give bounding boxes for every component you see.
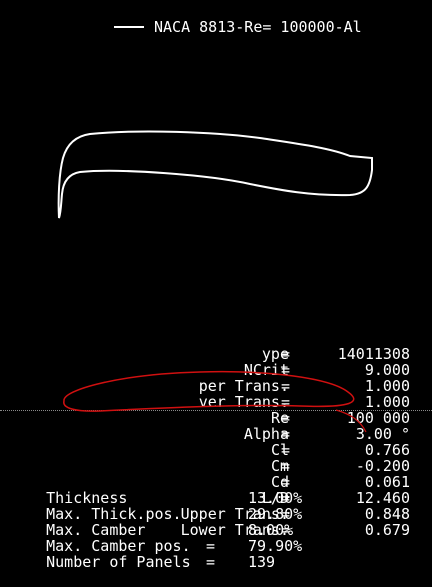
param-row-alpha: Alpha = 3.00 ° xyxy=(243,425,410,443)
param-row-cl: Cl = 0.766 xyxy=(270,441,410,459)
airfoil-plot: NACA 8813-Re= 100000-Al xyxy=(10,8,424,273)
airfoil-outline xyxy=(57,130,373,219)
param-row-type: ype = 14011308 xyxy=(261,345,410,363)
param-row-re: Re = 100 000 xyxy=(270,409,410,427)
param-row-cd: Cd = 0.061 xyxy=(270,473,410,491)
param-row-ncrit: NCrit = 9.000 xyxy=(243,361,410,379)
param-row-cm: Cm = -0.200 xyxy=(270,457,410,475)
param-row-upper-trans: per Trans. = 1.000 xyxy=(198,377,410,395)
param-row-lower-trans: ver Trans. = 1.000 xyxy=(198,393,410,411)
geo-row-panels: Number of Panels = 139 xyxy=(46,553,276,571)
